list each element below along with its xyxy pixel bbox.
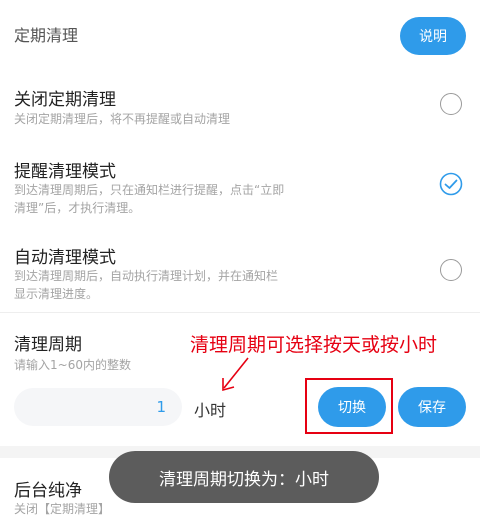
background-clean-title: 后台纯净: [14, 481, 82, 501]
option-description: 到达清理周期后，只在通知栏进行提醒，点击“立即 清理”后，才执行清理。: [14, 183, 285, 215]
option-description: 到达清理周期后，自动执行清理计划，并在通知栏 显示清理进度。: [14, 269, 279, 301]
background-clean-desc: 关闭【定期清理】: [14, 502, 111, 516]
radio-unchecked-icon[interactable]: [440, 93, 462, 115]
option-title: 关闭定期清理: [14, 90, 116, 110]
annotation-text: 清理周期可选择按天或按小时: [190, 334, 438, 356]
annotation-arrow-icon: [222, 357, 249, 392]
explain-button[interactable]: 说明: [400, 17, 466, 55]
option-description: 关闭定期清理后，将不再提醒或自动清理: [14, 112, 231, 126]
divider: [0, 312, 480, 313]
radio-checked-icon[interactable]: [439, 172, 463, 196]
cycle-unit-label: 小时: [194, 401, 227, 420]
option-title: 提醒清理模式: [14, 162, 116, 182]
cycle-hint: 请输入1~60内的整数: [14, 358, 131, 372]
save-button[interactable]: 保存: [398, 387, 466, 427]
cycle-value-input[interactable]: [14, 388, 182, 426]
section-title: 定期清理: [14, 26, 79, 45]
radio-unchecked-icon[interactable]: [440, 259, 462, 281]
option-title: 自动清理模式: [14, 248, 116, 268]
toast-message: 清理周期切换为：小时: [109, 451, 379, 503]
switch-unit-button[interactable]: 切换: [318, 387, 386, 427]
cycle-title: 清理周期: [14, 335, 82, 355]
